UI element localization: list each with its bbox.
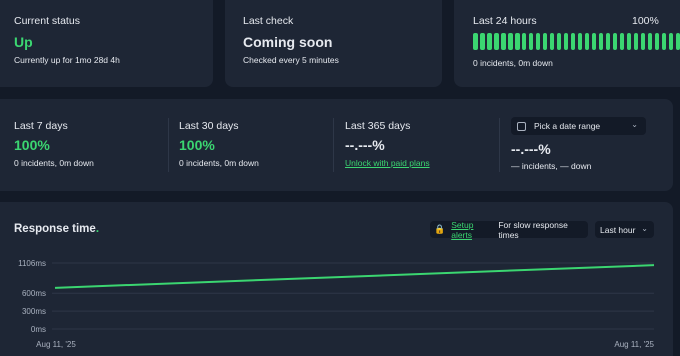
- uptime-bar[interactable]: [514, 33, 520, 50]
- uptime-bar[interactable]: [507, 33, 513, 50]
- uptime-bar[interactable]: [647, 33, 653, 50]
- uptime-bar[interactable]: [598, 33, 604, 50]
- uptime-bar[interactable]: [570, 33, 576, 50]
- setup-alerts-link[interactable]: Setup alerts: [451, 220, 495, 240]
- period-7-label: Last 7 days: [14, 120, 68, 132]
- period-7-value: 100%: [14, 137, 50, 153]
- custom-range-value: --.---%: [511, 141, 551, 157]
- period-divider: [333, 118, 334, 172]
- response-time-title: Response time.: [14, 223, 99, 235]
- date-range-picker[interactable]: Pick a date range ⌄: [511, 117, 646, 135]
- uptime-bar[interactable]: [626, 33, 632, 50]
- uptime-bar[interactable]: [640, 33, 646, 50]
- period-divider: [499, 118, 500, 172]
- response-time-chart: 0ms 300ms 600ms 1106ms Aug 11, '25 Aug 11, '2…: [18, 259, 655, 349]
- uptime-bar[interactable]: [612, 33, 618, 50]
- uptime-bar[interactable]: [654, 33, 660, 50]
- uptime-bar[interactable]: [549, 33, 555, 50]
- period-30-label: Last 30 days: [179, 120, 239, 132]
- date-range-picker-label: Pick a date range: [534, 121, 601, 131]
- current-status-label: Current status: [14, 15, 80, 27]
- y-tick-label: 300ms: [22, 307, 46, 316]
- period-365-label: Last 365 days: [345, 120, 411, 132]
- uptime-bar[interactable]: [542, 33, 548, 50]
- uptime-bar[interactable]: [668, 33, 674, 50]
- uptime-bar[interactable]: [486, 33, 492, 50]
- time-range-value: Last hour: [600, 224, 636, 235]
- chevron-down-icon: ⌄: [641, 224, 648, 233]
- uptime-periods-card: [0, 99, 673, 191]
- calendar-icon: [517, 121, 526, 131]
- uptime-bar[interactable]: [605, 33, 611, 50]
- last-24-hours-label: Last 24 hours: [473, 15, 537, 27]
- uptime-bar[interactable]: [556, 33, 562, 50]
- uptime-bar[interactable]: [584, 33, 590, 50]
- custom-range-detail: — incidents, — down: [511, 161, 592, 171]
- response-time-title-dot: .: [95, 223, 100, 235]
- period-divider: [168, 118, 169, 172]
- y-tick-label: 0ms: [31, 325, 46, 334]
- response-time-title-text: Response time: [14, 223, 96, 235]
- last-check-label: Last check: [243, 15, 294, 27]
- uptime-bar[interactable]: [493, 33, 499, 50]
- last-24-hours-detail: 0 incidents, 0m down: [473, 58, 553, 68]
- period-7-detail: 0 incidents, 0m down: [14, 158, 94, 168]
- uptime-bar[interactable]: [633, 33, 639, 50]
- uptime-bars: [473, 33, 680, 50]
- setup-alerts-text: For slow response times: [498, 219, 568, 240]
- uptime-bar[interactable]: [591, 33, 597, 50]
- uptime-bar[interactable]: [479, 33, 485, 50]
- response-time-line[interactable]: [54, 264, 655, 289]
- chevron-down-icon: ⌄: [631, 120, 638, 129]
- unlock-paid-plans-link[interactable]: Unlock with paid plans: [345, 158, 430, 168]
- uptime-bar[interactable]: [577, 33, 583, 50]
- current-status-value: Up: [14, 34, 33, 50]
- uptime-bar[interactable]: [500, 33, 506, 50]
- y-tick-label: 1106ms: [18, 259, 46, 268]
- time-range-select[interactable]: Last hour ⌄: [595, 221, 654, 238]
- last-24-hours-percent: 100%: [632, 15, 659, 27]
- uptime-bar[interactable]: [563, 33, 569, 50]
- current-status-detail: Currently up for 1mo 28d 4h: [14, 55, 120, 65]
- uptime-bar[interactable]: [619, 33, 625, 50]
- period-365-value: --.---%: [345, 137, 385, 153]
- y-tick-label: 600ms: [22, 289, 46, 298]
- x-tick-label: Aug 11, '25: [614, 340, 654, 349]
- uptime-bar[interactable]: [521, 33, 527, 50]
- uptime-bar[interactable]: [535, 33, 541, 50]
- last-check-value: Coming soon: [243, 34, 333, 50]
- last-24-hours-card: [454, 0, 680, 87]
- setup-alerts-box: 🔒 Setup alerts For slow response times: [430, 219, 588, 240]
- lock-icon: 🔒: [434, 224, 446, 234]
- period-30-detail: 0 incidents, 0m down: [179, 158, 259, 168]
- uptime-bar[interactable]: [473, 33, 478, 50]
- period-30-value: 100%: [179, 137, 215, 153]
- uptime-bar[interactable]: [675, 33, 680, 50]
- uptime-bar[interactable]: [661, 33, 667, 50]
- x-tick-label: Aug 11, '25: [36, 340, 76, 349]
- last-check-detail: Checked every 5 minutes: [243, 55, 339, 65]
- uptime-bar[interactable]: [528, 33, 534, 50]
